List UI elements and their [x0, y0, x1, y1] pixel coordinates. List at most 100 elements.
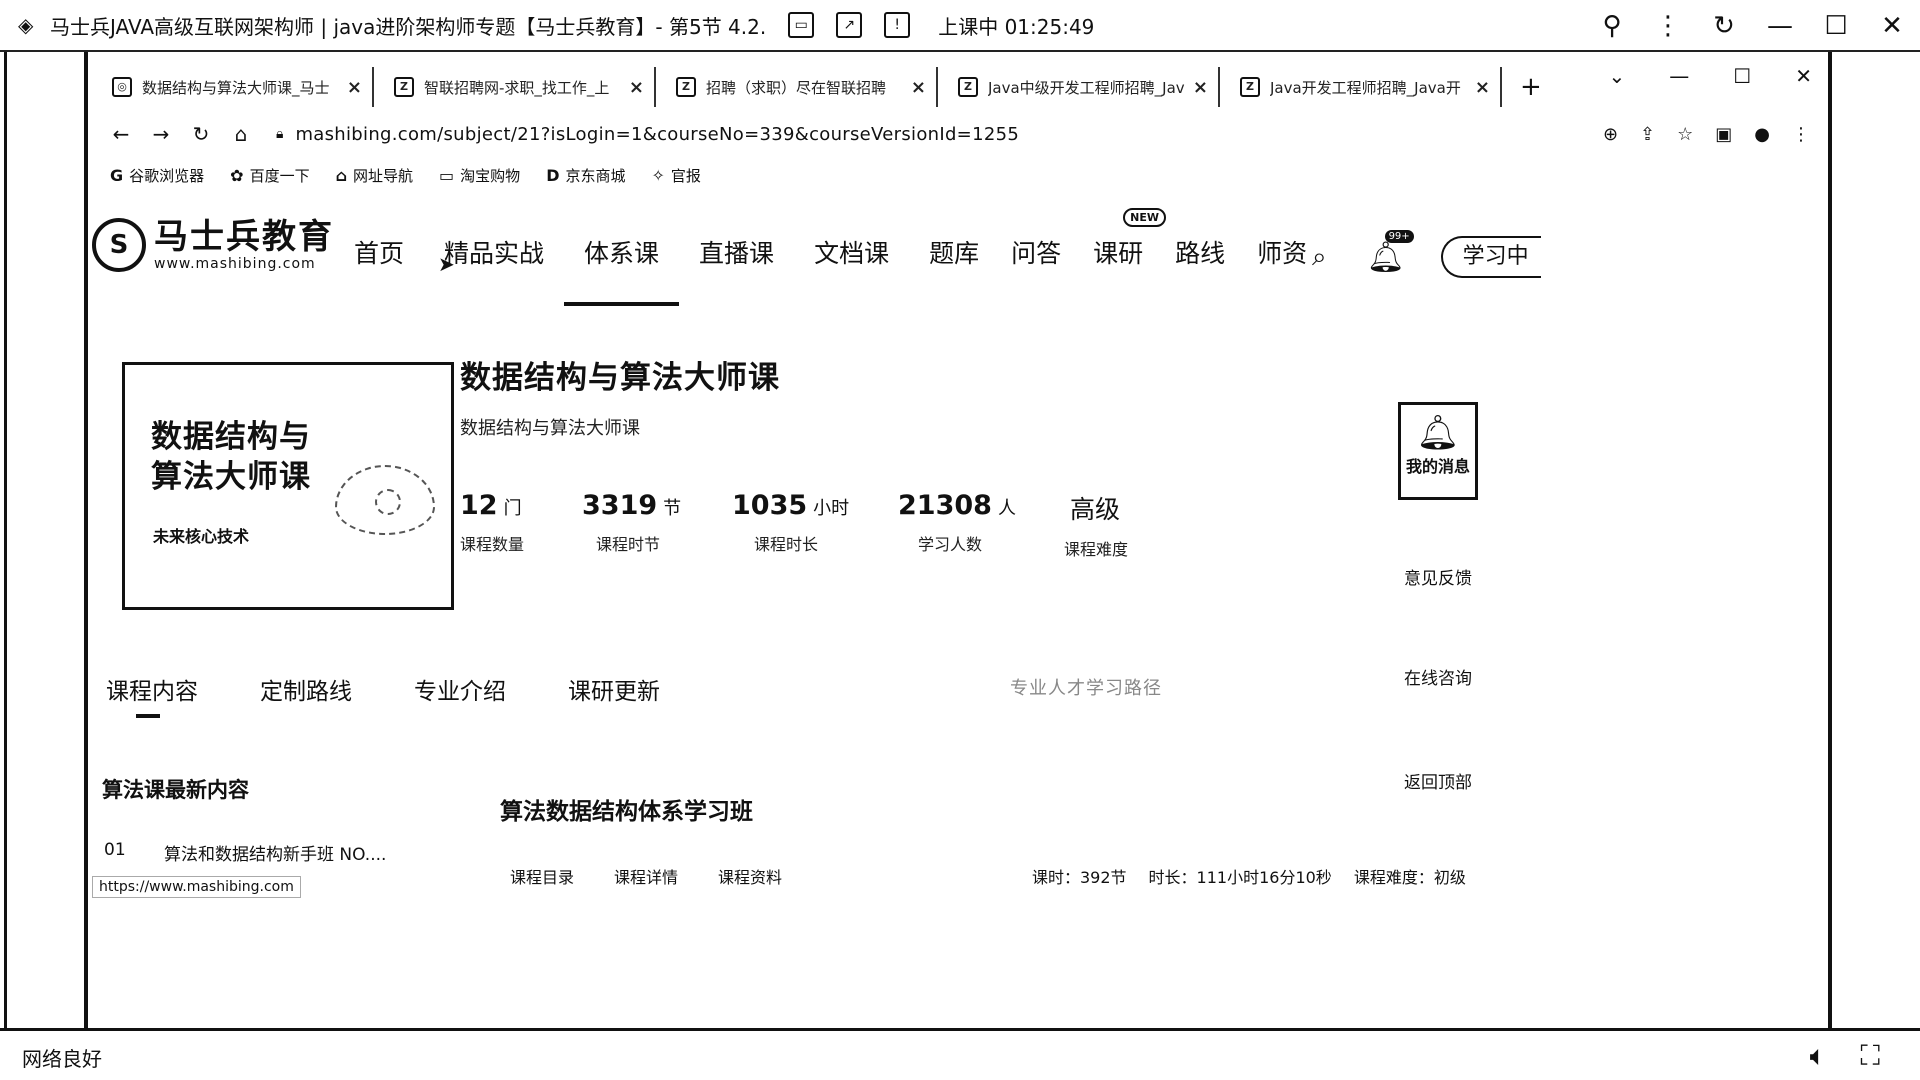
search-icon[interactable]: ⌕: [1312, 242, 1327, 273]
menu-research[interactable]: 课研 NEW: [1093, 208, 1166, 270]
close-tab-icon[interactable]: ×: [347, 77, 362, 98]
right-border-panel: [1828, 52, 1920, 1028]
notification-count: 99+: [1384, 229, 1414, 243]
course-details-link[interactable]: 课程详情: [614, 864, 678, 888]
course-catalog-link[interactable]: 课程目录: [510, 864, 574, 888]
close-button[interactable]: ✕: [1864, 11, 1920, 41]
menu-qa[interactable]: 问答: [1011, 234, 1061, 270]
browser-maximize-button[interactable]: ☐: [1733, 64, 1751, 88]
tab-course-content[interactable]: 课程内容: [106, 672, 198, 718]
back-to-top-link[interactable]: 返回顶部: [1404, 768, 1472, 793]
cover-title: 数据结构与 算法大师课: [151, 417, 311, 497]
stat-label: 课程时长: [754, 535, 819, 554]
menu-featured[interactable]: 精品实战: [444, 234, 544, 270]
baidu-icon: ✿: [230, 165, 244, 185]
list-item[interactable]: 01 算法和数据结构新手班 NO....: [104, 840, 386, 865]
zhilian-icon: Z: [1240, 77, 1260, 97]
refresh-icon[interactable]: ↻: [1696, 11, 1752, 41]
stat-value: 高级: [1070, 495, 1121, 524]
course-materials-link[interactable]: 课程资料: [718, 864, 782, 888]
browser-close-button[interactable]: ✕: [1795, 64, 1812, 88]
my-messages-button[interactable]: 🔔︎ 我的消息: [1398, 402, 1478, 500]
reload-icon[interactable]: ↻: [190, 122, 212, 146]
menu-question-bank[interactable]: 题库: [929, 234, 979, 270]
menu-live[interactable]: 直播课: [699, 234, 774, 270]
back-icon[interactable]: ←: [110, 122, 132, 146]
share-icon[interactable]: ↗: [836, 12, 863, 38]
menu-teachers[interactable]: 师资: [1257, 234, 1307, 270]
chat-icon[interactable]: ▭: [788, 12, 815, 38]
address-bar: ← → ↻ ⌂ 🔒︎ mashibing.com/subject/21?isLo…: [92, 112, 1824, 156]
globe-icon: ◎: [112, 77, 132, 97]
content-tabs: 课程内容 定制路线 专业介绍 课研更新: [106, 672, 722, 718]
profile-icon[interactable]: ●: [1754, 124, 1770, 145]
forward-icon[interactable]: →: [150, 122, 172, 146]
menu-icon[interactable]: ⋮: [1792, 124, 1810, 145]
study-button[interactable]: 学习中: [1440, 236, 1541, 278]
player-bottom-bar: 网络良好 🔈︎ ⛶: [0, 1028, 1920, 1080]
bookmark-item[interactable]: ✿ 百度一下: [230, 165, 309, 186]
app-logo-icon: ◈: [18, 13, 34, 37]
stat-value: 12: [460, 490, 498, 521]
new-tab-button[interactable]: +: [1520, 72, 1542, 102]
url-input[interactable]: mashibing.com/subject/21?isLogin=1&cours…: [295, 124, 1019, 145]
home-icon[interactable]: ⌂: [230, 122, 252, 146]
tab-major-intro[interactable]: 专业介绍: [414, 672, 506, 706]
tab-research-updates[interactable]: 课研更新: [568, 672, 660, 706]
maximize-button[interactable]: ☐: [1808, 11, 1864, 41]
browser-window-controls: ⌄ — ☐ ✕: [1609, 64, 1812, 88]
feedback-link[interactable]: 意见反馈: [1404, 564, 1472, 589]
stat-learners: 21308 人 学习人数: [898, 490, 1016, 555]
network-status: 网络良好: [22, 1047, 102, 1071]
close-tab-icon[interactable]: ×: [1193, 77, 1208, 98]
online-consult-link[interactable]: 在线咨询: [1404, 664, 1472, 689]
browser-tab[interactable]: ◎ 数据结构与算法大师课_马士 ×: [92, 67, 374, 107]
info-icon[interactable]: !: [884, 12, 911, 38]
browser-tab[interactable]: Z 招聘（求职）尽在智联招聘 ×: [656, 67, 938, 107]
player-titlebar: ◈ 马士兵JAVA高级互联网架构师 | java进阶架构师专题【马士兵教育】- …: [0, 0, 1920, 52]
lock-icon[interactable]: 🔒︎: [276, 126, 283, 142]
tab-search-icon[interactable]: ⌄: [1609, 64, 1626, 88]
player-controls: 🔈︎ ⛶: [1810, 1039, 1880, 1073]
stat-label: 课程数量: [460, 535, 525, 554]
share-page-icon[interactable]: ⇪: [1640, 124, 1655, 145]
fullscreen-icon[interactable]: ⛶: [1860, 1039, 1880, 1073]
stat-label: 学习人数: [918, 535, 983, 554]
zhilian-icon: Z: [394, 77, 414, 97]
stat-value: 1035: [732, 490, 808, 521]
browser-tab[interactable]: Z Java中级开发工程师招聘_Jav ×: [938, 67, 1220, 107]
more-icon[interactable]: ⋮: [1640, 11, 1696, 41]
zoom-icon[interactable]: ⊕: [1603, 124, 1618, 145]
class-title: 算法数据结构体系学习班: [500, 799, 753, 825]
bookmark-item[interactable]: ⌂ 网址导航: [336, 165, 413, 186]
browser-tab[interactable]: Z Java开发工程师招聘_Java开 ×: [1220, 67, 1502, 107]
google-icon: G: [110, 165, 124, 185]
menu-home[interactable]: 首页: [354, 234, 404, 270]
bookmark-item[interactable]: D 京东商城: [546, 165, 625, 186]
browser-tab[interactable]: Z 智联招聘网-求职_找工作_上 ×: [374, 67, 656, 107]
tab-custom-route[interactable]: 定制路线: [260, 672, 352, 706]
menu-roadmap[interactable]: 路线: [1175, 234, 1225, 270]
eye-illustration-icon: [335, 465, 435, 535]
menu-docs[interactable]: 文档课: [814, 234, 889, 270]
status-url: https://www.mashibing.com: [92, 876, 301, 898]
site-logo[interactable]: S 马士兵教育 www.mashibing.com: [92, 218, 334, 272]
bookmark-item[interactable]: G 谷歌浏览器: [110, 165, 204, 186]
volume-icon[interactable]: 🔈︎: [1810, 1039, 1827, 1073]
bookmark-item[interactable]: ▭ 淘宝购物: [439, 165, 520, 186]
menu-system-courses[interactable]: 体系课: [564, 234, 680, 306]
browser-minimize-button[interactable]: —: [1669, 64, 1689, 88]
sidepanel-icon[interactable]: ▣: [1715, 124, 1732, 145]
header-actions: ⌕ 🔔︎ 99+ 学习中: [1312, 229, 1541, 278]
notification-bell-icon[interactable]: 🔔︎ 99+: [1367, 229, 1414, 275]
star-icon[interactable]: ☆: [1677, 124, 1693, 145]
bookmark-item[interactable]: ✧ 官报: [651, 165, 700, 186]
bookmarks-bar: G 谷歌浏览器 ✿ 百度一下 ⌂ 网址导航 ▭ 淘宝购物 D 京东商城 ✧ 官报: [92, 156, 1824, 194]
close-tab-icon[interactable]: ×: [1475, 77, 1490, 98]
class-meta: 课时：392节 时长：111小时16分10秒 课程难度：初级: [1032, 864, 1466, 888]
live-status: 上课中 01:25:49: [938, 14, 1095, 39]
pin-icon[interactable]: ⚲: [1584, 11, 1640, 41]
close-tab-icon[interactable]: ×: [911, 77, 926, 98]
minimize-button[interactable]: —: [1752, 11, 1808, 41]
close-tab-icon[interactable]: ×: [629, 77, 644, 98]
